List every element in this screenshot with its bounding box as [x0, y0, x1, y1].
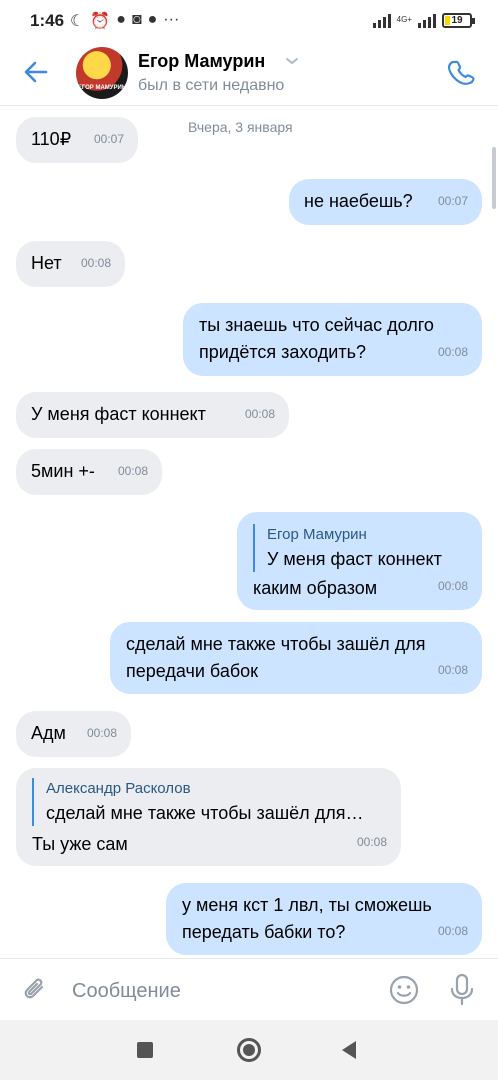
quoted-message[interactable]: Егор Мамурин У меня фаст коннект — [253, 524, 442, 572]
status-bar: 1:46 ☾ ⏰ ● ◙ ● ··· 4G+ 19 — [0, 0, 498, 44]
message-outgoing[interactable]: ты знаешь что сейчас долго придётся захо… — [183, 303, 482, 376]
clock: 1:46 — [30, 11, 65, 30]
instagram-icon: ◙ — [131, 11, 142, 28]
message-text: Нет — [31, 253, 62, 273]
message-outgoing[interactable]: не наебешь? 00:07 — [289, 179, 482, 225]
message-incoming-reply[interactable]: Александр Расколов сделай мне также чтоб… — [16, 768, 401, 866]
chat-notification-icon: ● — [116, 11, 126, 28]
network-type: 4G+ — [396, 15, 412, 24]
message-input[interactable] — [72, 977, 372, 1005]
message-outgoing[interactable]: у меня кст 1 лвл, ты сможешь передать ба… — [166, 883, 482, 955]
system-nav-bar — [0, 1020, 498, 1080]
message-text: ты знаешь что сейчас долго придётся захо… — [199, 315, 434, 362]
message-text: Адм — [31, 723, 66, 743]
paperclip-icon[interactable] — [20, 975, 50, 1005]
quoted-text: У меня фаст коннект — [267, 549, 442, 569]
signal-icon-2 — [418, 12, 436, 28]
microphone-icon[interactable] — [448, 973, 476, 1007]
quoted-message[interactable]: Александр Расколов сделай мне также чтоб… — [32, 778, 363, 826]
message-incoming[interactable]: Нет 00:08 — [16, 241, 125, 287]
battery-percent: 19 — [451, 14, 463, 26]
message-text: у меня кст 1 лвл, ты сможешь передать ба… — [182, 895, 432, 942]
quoted-author: Александр Расколов — [46, 780, 191, 797]
avatar-caption: ЕГОР МАМУРИН — [77, 85, 127, 91]
message-text: 5мин +- — [31, 461, 95, 481]
alarm-icon: ⏰ — [90, 13, 111, 30]
message-text: сделай мне также чтобы зашёл для передач… — [126, 634, 426, 681]
chat-header: ЕГОР МАМУРИН Егор Мамурин был в сети нед… — [0, 44, 498, 106]
quoted-text: сделай мне также чтобы зашёл для… — [46, 803, 364, 823]
avatar[interactable]: ЕГОР МАМУРИН — [76, 47, 128, 99]
message-time: 00:08 — [80, 256, 111, 270]
message-composer — [0, 958, 498, 1020]
contact-name[interactable]: Егор Мамурин — [138, 51, 265, 72]
message-text: 110₽ — [31, 129, 72, 149]
message-list[interactable]: 110₽ 00:07 Вчера, 3 января не наебешь? 0… — [0, 107, 498, 958]
message-outgoing-reply[interactable]: Егор Мамурин У меня фаст коннект каким о… — [237, 512, 482, 610]
message-incoming[interactable]: У меня фаст коннект 00:08 — [16, 392, 289, 438]
recents-icon[interactable] — [137, 1042, 153, 1058]
back-arrow-icon[interactable] — [22, 58, 50, 86]
phone-icon[interactable] — [448, 58, 478, 88]
message-time: 00:08 — [437, 924, 468, 938]
message-incoming[interactable]: Адм 00:08 — [16, 711, 131, 757]
message-text: У меня фаст коннект — [31, 404, 206, 424]
message-time: 00:08 — [244, 407, 275, 421]
message-text: каким образом — [253, 578, 378, 598]
message-text: Ты уже сам — [32, 834, 128, 854]
contact-status: был в сети недавно — [138, 77, 285, 94]
moon-icon: ☾ — [70, 13, 85, 30]
more-notifications-icon: ··· — [163, 11, 180, 28]
chevron-down-icon[interactable] — [285, 56, 299, 66]
message-time: 00:08 — [117, 464, 148, 478]
signal-icon — [372, 12, 391, 28]
message-time: 00:07 — [93, 132, 124, 146]
message-incoming[interactable]: 5мин +- 00:08 — [16, 449, 162, 495]
battery-icon: 19 — [442, 12, 475, 28]
home-icon[interactable] — [237, 1038, 261, 1062]
message-time: 00:08 — [356, 835, 387, 849]
back-icon[interactable] — [342, 1041, 356, 1059]
quoted-author: Егор Мамурин — [267, 526, 367, 543]
date-separator: Вчера, 3 января — [188, 119, 293, 135]
smile-icon[interactable] — [388, 974, 420, 1006]
message-time: 00:08 — [86, 726, 117, 740]
message-incoming[interactable]: 110₽ 00:07 — [16, 117, 138, 163]
message-time: 00:08 — [437, 345, 468, 359]
message-text: не наебешь? — [304, 191, 413, 211]
message-outgoing[interactable]: сделай мне также чтобы зашёл для передач… — [110, 622, 482, 694]
message-time: 00:08 — [437, 663, 468, 677]
message-time: 00:07 — [437, 194, 468, 208]
message-time: 00:08 — [437, 579, 468, 593]
message-notification-icon: ● — [147, 11, 158, 28]
scrollbar[interactable] — [492, 147, 496, 209]
